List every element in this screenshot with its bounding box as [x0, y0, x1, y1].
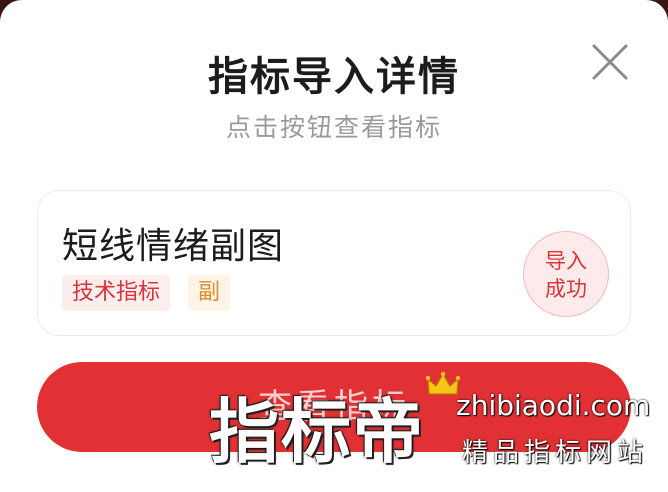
import-success-stamp: 导入 成功	[523, 231, 609, 317]
tag-sub-chart: 副	[188, 275, 231, 311]
watermark-slogan: 精品指标网站	[462, 438, 649, 468]
crown-icon	[426, 372, 460, 395]
watermark-domain: zhibiaodi.com	[456, 389, 651, 422]
dialog-subtitle: 点击按钮查看指标	[225, 113, 442, 142]
indicator-import-dialog: 指标导入详情 点击按钮查看指标 短线情绪副图 技术指标 副 导入 成功 查看指标…	[0, 0, 668, 492]
stamp-line-1: 导入	[545, 249, 587, 273]
tag-technical-indicator: 技术指标	[62, 275, 171, 311]
dialog-title: 指标导入详情	[208, 54, 460, 100]
close-button[interactable]	[588, 40, 632, 84]
stamp-line-2: 成功	[545, 277, 587, 301]
watermark-title: 指标帝	[209, 391, 425, 473]
indicator-card: 短线情绪副图 技术指标 副 导入 成功	[37, 190, 631, 336]
close-icon	[592, 44, 628, 80]
indicator-name: 短线情绪副图	[62, 226, 285, 267]
